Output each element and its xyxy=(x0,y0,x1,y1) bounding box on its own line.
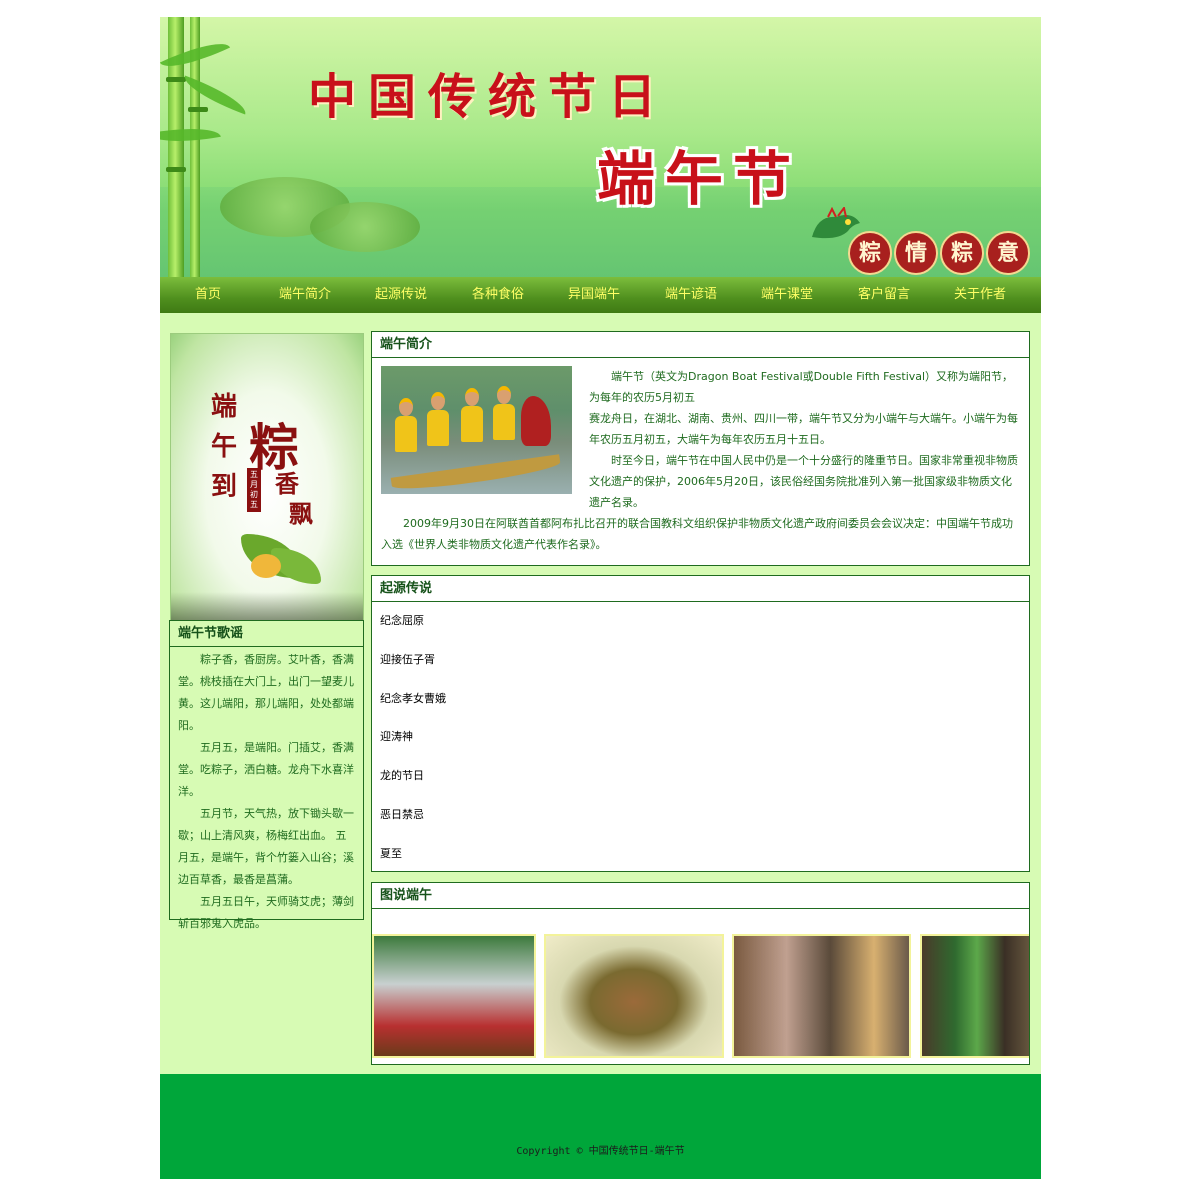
origin-section: 起源传说 纪念屈原 迎接伍子胥 纪念孝女曹娥 迎涛神 龙的节日 恶日禁忌 夏至 xyxy=(371,575,1030,872)
intro-section: 端午简介 端午节（英文为Dragon Boat Festival或Double … xyxy=(371,331,1030,566)
song-text: 粽子香，香厨房。艾叶香，香满堂。桃枝插在大门上，出门一望麦儿黄。这儿端阳，那儿端… xyxy=(170,647,363,935)
ink-wash xyxy=(171,592,363,622)
nav-item-classroom[interactable]: 端午课堂 xyxy=(739,277,835,313)
poster-char: 到 xyxy=(211,472,238,502)
badge: 情 xyxy=(894,231,938,275)
nav-item-customs[interactable]: 各种食俗 xyxy=(450,277,546,313)
song-paragraph: 五月五日午，天师骑艾虎；薄剑斩百邪鬼入虎品。 xyxy=(178,895,354,930)
intro-paragraph: 端午节（英文为Dragon Boat Festival或Double Fifth… xyxy=(589,370,1014,404)
song-title: 端午节歌谣 xyxy=(170,621,363,647)
song-box: 端午节歌谣 粽子香，香厨房。艾叶香，香满堂。桃枝插在大门上，出门一望麦儿黄。这儿… xyxy=(169,620,364,930)
copyright-text: Copyright © 中国传统节日-端午节 xyxy=(516,1146,685,1157)
origin-link[interactable]: 迎接伍子胥 xyxy=(380,641,1029,680)
origin-list: 纪念屈原 迎接伍子胥 纪念孝女曹娥 迎涛神 龙的节日 恶日禁忌 夏至 xyxy=(372,602,1029,874)
intro-paragraph: 赛龙舟日，在湖北、湖南、贵州、四川一带，端午节又分为小端午与大端午。小端午为每年… xyxy=(589,412,1018,446)
footer: Copyright © 中国传统节日-端午节 xyxy=(160,1074,1041,1179)
badge-row: 粽 情 粽 意 xyxy=(848,231,1041,275)
badge: 意 xyxy=(986,231,1030,275)
badge: 粽 xyxy=(940,231,984,275)
origin-link[interactable]: 纪念屈原 xyxy=(380,602,1029,641)
poster-char: 端 xyxy=(211,392,238,422)
badge: 粽 xyxy=(848,231,892,275)
origin-link[interactable]: 恶日禁忌 xyxy=(380,796,1029,835)
song-paragraph: 五月节，天气热，放下锄头歇一歇；山上清风爽，杨梅红出血。 五月五，是端午，背个竹… xyxy=(178,807,354,886)
origin-link[interactable]: 龙的节日 xyxy=(380,757,1029,796)
origin-link[interactable]: 夏至 xyxy=(380,835,1029,874)
nav-item-intro[interactable]: 端午简介 xyxy=(257,277,353,313)
origin-link[interactable]: 纪念孝女曹娥 xyxy=(380,680,1029,719)
lotus-leaf xyxy=(310,202,420,252)
intro-paragraph: 时至今日，端午节在中国人民中仍是一个十分盛行的隆重节日。国家非常重视非物质文化遗… xyxy=(589,454,1018,509)
main-nav: 首页 端午简介 起源传说 各种食俗 异国端午 端午谚语 端午课堂 客户留言 关于… xyxy=(160,277,1041,313)
photo-zongzi-bowl[interactable] xyxy=(544,934,724,1058)
festival-title: 端午节 xyxy=(597,145,802,213)
photo-dragon-boat-race[interactable] xyxy=(372,934,536,1058)
header-banner: 中国传统节日 端午节 粽 情 粽 意 xyxy=(160,17,1041,277)
gallery-title: 图说端午 xyxy=(372,883,1029,909)
song-paragraph: 五月五，是端阳。门插艾，香满堂。吃粽子，洒白糖。龙舟下水喜洋洋。 xyxy=(178,741,354,798)
nav-item-about[interactable]: 关于作者 xyxy=(932,277,1028,313)
origin-link[interactable]: 迎涛神 xyxy=(380,718,1029,757)
gallery-section: 图说端午 xyxy=(371,882,1030,1065)
nav-item-foreign[interactable]: 异国端午 xyxy=(546,277,642,313)
page: 中国传统节日 端午节 粽 情 粽 意 首页 端午简介 起源传说 各种食俗 异国端… xyxy=(160,17,1041,1179)
poster-date-tag: 五月初五 xyxy=(247,468,261,512)
song-paragraph: 粽子香，香厨房。艾叶香，香满堂。桃枝插在大门上，出门一望麦儿黄。这儿端阳，那儿端… xyxy=(178,653,354,732)
poster-char: 午 xyxy=(211,432,238,462)
origin-title: 起源传说 xyxy=(372,576,1029,602)
intro-text: 端午节（英文为Dragon Boat Festival或Double Fifth… xyxy=(381,366,1021,555)
nav-item-origin[interactable]: 起源传说 xyxy=(353,277,449,313)
nav-item-messages[interactable]: 客户留言 xyxy=(836,277,932,313)
poster-char: 飘 xyxy=(289,499,313,528)
photo-hanging-mugwort[interactable] xyxy=(920,934,1029,1058)
zongzi-filling xyxy=(251,554,281,578)
sidebar-poster: 端 午 到 粽 香 飘 五月初五 xyxy=(170,333,364,623)
nav-item-home[interactable]: 首页 xyxy=(160,277,256,313)
intro-paragraph: 2009年9月30日在阿联酋首都阿布扎比召开的联合国教科文组织保护非物质文化遗产… xyxy=(381,517,1013,551)
nav-item-proverbs[interactable]: 端午谚语 xyxy=(643,277,739,313)
site-title: 中国传统节日 xyxy=(308,69,669,125)
intro-title: 端午简介 xyxy=(372,332,1029,358)
photo-family-making-zongzi[interactable] xyxy=(732,934,911,1058)
